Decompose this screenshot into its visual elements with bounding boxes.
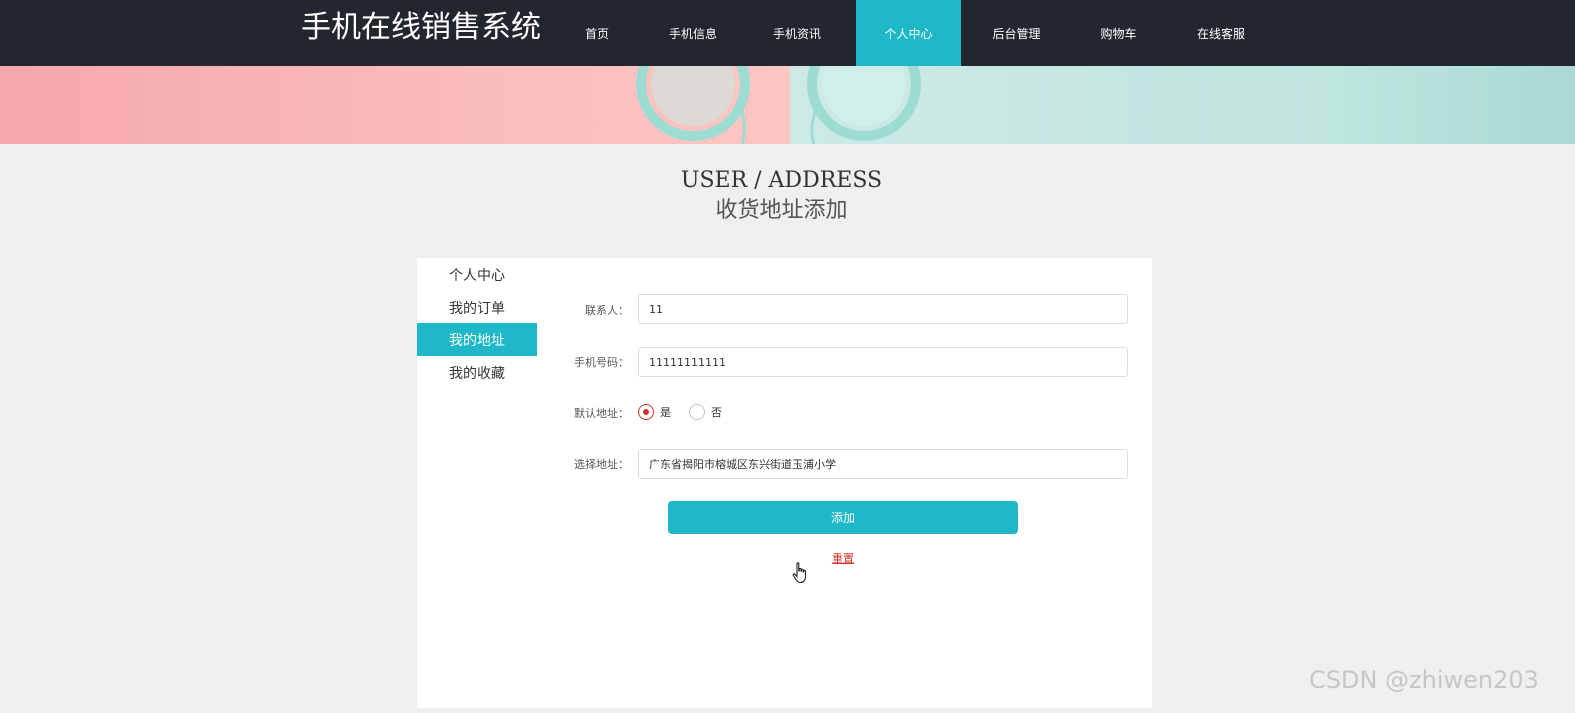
- contact-input[interactable]: [638, 294, 1128, 324]
- top-navbar: 手机在线销售系统 首页 手机信息 手机资讯 个人中心 后台管理 购物车 在线客服: [0, 0, 1575, 66]
- main-nav: 首页 手机信息 手机资讯 个人中心 后台管理 购物车 在线客服: [546, 0, 1277, 66]
- address-form-panel: 个人中心 我的订单 我的地址 我的收藏 联系人： 手机号码： 默认地址： 是 否…: [417, 258, 1152, 708]
- address-input[interactable]: [638, 449, 1128, 479]
- watermark-text: CSDN @zhiwen203: [1309, 666, 1539, 694]
- sidebar-item-my-address[interactable]: 我的地址: [417, 323, 537, 356]
- nav-item-phone-news[interactable]: 手机资讯: [738, 0, 856, 66]
- radio-option-yes[interactable]: 是: [638, 404, 671, 420]
- nav-item-cart[interactable]: 购物车: [1072, 0, 1165, 66]
- nav-item-phone-info[interactable]: 手机信息: [648, 0, 738, 66]
- contact-label: 联系人：: [585, 304, 629, 317]
- nav-item-online-service[interactable]: 在线客服: [1165, 0, 1277, 66]
- phone-input[interactable]: [638, 347, 1128, 377]
- site-title[interactable]: 手机在线销售系统: [301, 8, 541, 48]
- default-address-label: 默认地址：: [574, 407, 629, 420]
- radio-checked-icon[interactable]: [638, 404, 654, 420]
- banner-image: [0, 66, 1575, 144]
- nav-item-user-center[interactable]: 个人中心: [856, 0, 961, 66]
- radio-option-no[interactable]: 否: [689, 404, 722, 420]
- nav-item-home[interactable]: 首页: [546, 0, 648, 66]
- hand-cursor-icon: [792, 562, 806, 584]
- radio-label-no: 否: [711, 406, 722, 419]
- address-label: 选择地址：: [574, 458, 629, 471]
- sidebar-item-user-center[interactable]: 个人中心: [417, 258, 537, 291]
- headphones-graphic: [636, 66, 921, 144]
- radio-unchecked-icon[interactable]: [689, 404, 705, 420]
- radio-label-yes: 是: [660, 406, 671, 419]
- add-button[interactable]: 添加: [668, 501, 1018, 534]
- default-address-radio-group: 是 否: [638, 403, 740, 421]
- nav-item-admin[interactable]: 后台管理: [961, 0, 1072, 66]
- phone-label: 手机号码：: [574, 356, 629, 369]
- reset-link[interactable]: 重置: [668, 550, 1018, 566]
- page-heading-cn: 收货地址添加: [715, 198, 848, 223]
- page-heading-en: USER / ADDRESS: [680, 168, 883, 193]
